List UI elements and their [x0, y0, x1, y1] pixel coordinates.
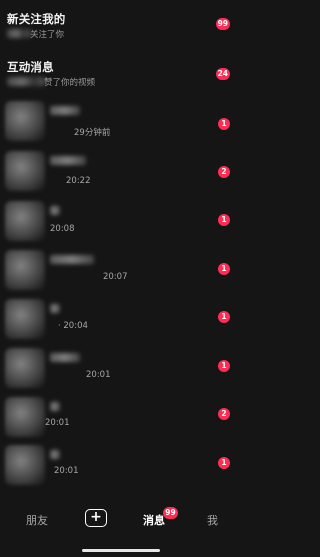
- conversation-row[interactable]: 20:08 1: [0, 198, 242, 246]
- unread-badge: 1: [218, 311, 230, 323]
- conversation-row[interactable]: 20:01 1: [0, 345, 242, 393]
- unread-badge: 2: [218, 408, 230, 420]
- unread-badge: 2: [218, 166, 230, 178]
- avatar: [5, 445, 45, 485]
- tab-messages[interactable]: 消息: [143, 512, 165, 528]
- avatar: [5, 348, 45, 388]
- conversation-row[interactable]: 20:01 1: [0, 442, 242, 490]
- blurred-contact-name: [50, 402, 60, 411]
- conversation-row[interactable]: · 20:04 1: [0, 296, 242, 344]
- blurred-contact-name: [50, 206, 60, 215]
- create-post-button[interactable]: +: [85, 509, 107, 527]
- blurred-contact-name: [50, 255, 94, 264]
- blurred-username: [7, 77, 45, 86]
- new-followers-title: 新关注我的: [7, 12, 66, 26]
- message-time: 20:01: [54, 466, 79, 476]
- unread-badge: 1: [218, 457, 230, 469]
- new-followers-badge: 99: [215, 18, 230, 30]
- blurred-contact-name: [50, 106, 80, 115]
- message-time: 20:08: [50, 224, 75, 234]
- plus-icon: +: [90, 509, 102, 525]
- avatar: [5, 201, 45, 241]
- tab-friends[interactable]: 朋友: [26, 512, 48, 528]
- avatar: [5, 397, 45, 437]
- interactions-badge: 24: [215, 68, 230, 80]
- unread-badge: 1: [218, 118, 230, 130]
- new-followers-subtitle: 关注了你: [30, 30, 65, 40]
- home-indicator: [82, 549, 160, 552]
- message-time: 20:07: [103, 272, 128, 282]
- interactions-title: 互动消息: [7, 60, 54, 74]
- message-time: 20:01: [45, 418, 70, 428]
- conversation-row[interactable]: 29分钟前 1: [0, 98, 242, 146]
- unread-badge: 1: [218, 360, 230, 372]
- blurred-username: [7, 29, 31, 38]
- avatar: [5, 299, 45, 339]
- message-time: · 20:04: [58, 321, 88, 331]
- new-followers-row[interactable]: 新关注我的 关注了你 99: [0, 0, 242, 48]
- blurred-contact-name: [50, 450, 60, 459]
- avatar: [5, 101, 45, 141]
- avatar: [5, 151, 45, 191]
- unread-badge: 1: [218, 214, 230, 226]
- messages-tab-badge: 99: [163, 507, 178, 519]
- conversation-row[interactable]: 20:01 2: [0, 394, 242, 442]
- blurred-contact-name: [50, 156, 86, 165]
- blurred-contact-name: [50, 304, 60, 313]
- conversation-row[interactable]: 20:07 1: [0, 247, 242, 295]
- unread-badge: 1: [218, 263, 230, 275]
- message-time: 20:22: [66, 176, 91, 186]
- interactions-subtitle: 赞了你的视频: [44, 78, 96, 88]
- conversation-row[interactable]: 20:22 2: [0, 148, 242, 196]
- message-time: 29分钟前: [74, 128, 111, 138]
- interactions-row[interactable]: 互动消息 赞了你的视频 24: [0, 50, 242, 96]
- blurred-contact-name: [50, 353, 80, 362]
- tab-me[interactable]: 我: [207, 512, 218, 528]
- message-time: 20:01: [86, 370, 111, 380]
- avatar: [5, 250, 45, 290]
